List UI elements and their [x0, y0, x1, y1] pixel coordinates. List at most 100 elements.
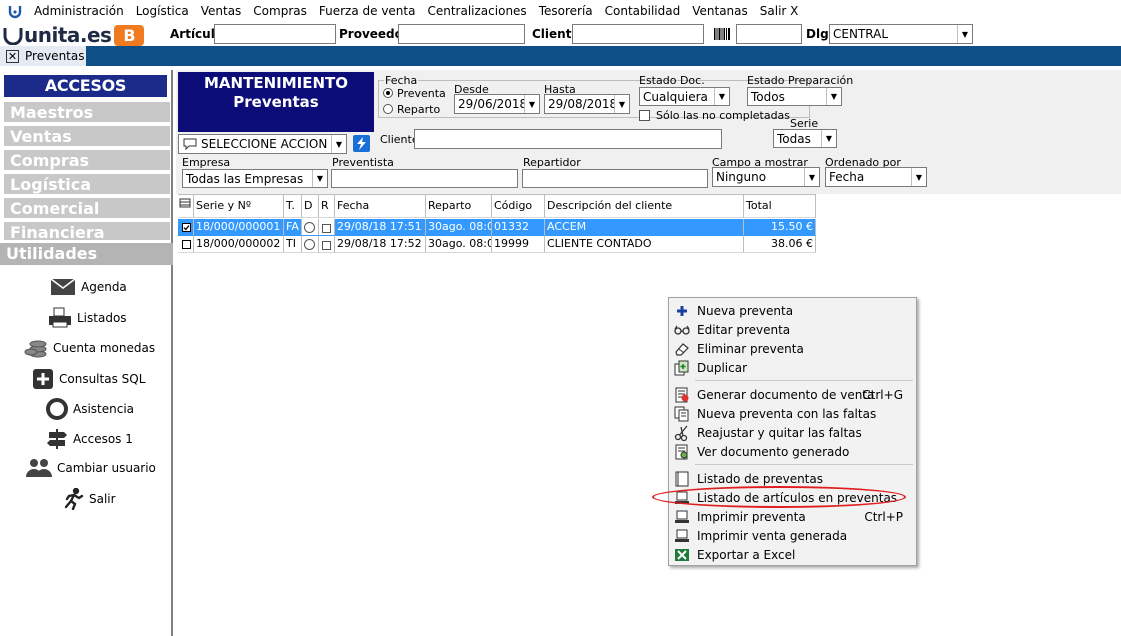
tab-label: Preventas — [25, 49, 85, 63]
chevron-down-icon[interactable]: ▼ — [957, 25, 972, 43]
menu-item-eliminar-preventa[interactable]: Eliminar preventa — [671, 339, 915, 358]
row-checkbox[interactable] — [178, 236, 194, 253]
column-header-descripcion[interactable]: Descripción del cliente — [545, 194, 744, 218]
menu-compras[interactable]: Compras — [247, 4, 313, 18]
menu-item-reajustar[interactable]: Reajustar y quitar las faltas — [671, 423, 915, 442]
chevron-down-icon[interactable]: ▼ — [804, 168, 819, 186]
menu-item-nueva-preventa[interactable]: Nueva preventa — [671, 301, 915, 320]
cell-fecha: 29/08/18 17:52 — [335, 236, 426, 253]
close-icon[interactable]: ✕ — [6, 49, 19, 63]
estado-prep-select[interactable]: Todos ▼ — [747, 87, 842, 106]
table-row[interactable]: 18/000/000001 FA 29/08/18 17:51 30ago. 0… — [178, 219, 816, 236]
chevron-down-icon[interactable]: ▼ — [331, 135, 346, 153]
sidebar-section-compras[interactable]: Compras — [4, 150, 170, 172]
column-select-icon[interactable] — [178, 194, 194, 218]
sidebar-section-logistica[interactable]: Logística — [4, 174, 170, 196]
proveedor-input[interactable] — [398, 24, 525, 44]
sidebar-item-asistencia[interactable]: Asistencia — [46, 398, 134, 420]
column-header-t[interactable]: T. — [284, 194, 302, 218]
menu-ventas[interactable]: Ventas — [195, 4, 248, 18]
menu-item-nueva-con-faltas[interactable]: Nueva preventa con las faltas — [671, 404, 915, 423]
sidebar-section-ventas[interactable]: Ventas — [4, 126, 170, 148]
estado-doc-select[interactable]: Cualquiera ▼ — [639, 87, 730, 106]
cell-d-radio[interactable] — [302, 236, 319, 253]
menu-salir[interactable]: Salir X — [754, 4, 805, 18]
cliente-input[interactable] — [414, 129, 722, 149]
menu-logistica[interactable]: Logística — [130, 4, 195, 18]
cell-r-checkbox[interactable] — [319, 219, 335, 236]
column-header-r[interactable]: R — [319, 194, 335, 218]
column-header-serie[interactable]: Serie y Nº — [194, 194, 284, 218]
menu-administracion[interactable]: Administración — [28, 4, 130, 18]
chevron-down-icon[interactable]: ▼ — [826, 88, 841, 105]
sidebar-section-comercial[interactable]: Comercial — [4, 198, 170, 220]
menu-item-exportar-excel[interactable]: Exportar a Excel — [671, 545, 915, 564]
sidebar-item-accesos-1[interactable]: Accesos 1 — [46, 428, 133, 450]
menu-ventanas[interactable]: Ventanas — [686, 4, 754, 18]
radio-d[interactable] — [304, 222, 315, 233]
preventista-input[interactable] — [331, 169, 518, 188]
radio-reparto[interactable]: Reparto — [383, 103, 440, 116]
sidebar-item-salir[interactable]: Salir — [62, 488, 116, 510]
row-checkbox[interactable] — [178, 219, 194, 236]
cell-d-radio[interactable] — [302, 219, 319, 236]
menu-tesoreria[interactable]: Tesorería — [533, 4, 599, 18]
menu-item-editar-preventa[interactable]: Editar preventa — [671, 320, 915, 339]
lightning-icon[interactable] — [353, 135, 370, 152]
cliente-input[interactable] — [572, 24, 704, 44]
menu-item-imprimir-venta[interactable]: Imprimir venta generada — [671, 526, 915, 545]
column-header-d[interactable]: D — [302, 194, 319, 218]
repartidor-input[interactable] — [522, 169, 708, 188]
column-header-reparto[interactable]: Reparto — [426, 194, 492, 218]
cell-codigo: 01332 — [492, 219, 545, 236]
menu-centralizaciones[interactable]: Centralizaciones — [421, 4, 532, 18]
radio-d[interactable] — [304, 239, 315, 250]
laptop-print-icon — [673, 528, 691, 544]
radio-preventa-dot[interactable] — [383, 88, 393, 98]
chevron-down-icon[interactable]: ▼ — [312, 170, 327, 187]
table-row[interactable]: 18/000/000002 TI 29/08/18 17:52 30ago. 0… — [178, 236, 816, 253]
articulo-input[interactable] — [214, 24, 336, 44]
column-header-fecha[interactable]: Fecha — [335, 194, 426, 218]
chevron-down-icon[interactable]: ▼ — [524, 95, 539, 113]
blogger-icon[interactable]: B — [114, 24, 145, 46]
column-header-codigo[interactable]: Código — [492, 194, 545, 218]
campo-select[interactable]: Ninguno ▼ — [712, 167, 820, 187]
chevron-down-icon[interactable]: ▼ — [911, 168, 926, 186]
dlg-select[interactable]: CENTRAL ▼ — [829, 24, 973, 44]
sidebar-section-financiera[interactable]: Financiera — [4, 222, 170, 242]
sidebar-item-cuenta-monedas[interactable]: Cuenta monedas — [24, 337, 155, 359]
sidebar-item-consultas-sql[interactable]: Consultas SQL — [32, 368, 145, 390]
sidebar-section-maestros[interactable]: Maestros — [4, 102, 170, 124]
barcode-input[interactable] — [736, 24, 802, 44]
radio-preventa[interactable]: Preventa — [383, 87, 446, 100]
tab-preventas[interactable]: ✕ Preventas — [0, 46, 86, 66]
checkbox-box[interactable] — [639, 110, 650, 121]
chevron-down-icon[interactable]: ▼ — [821, 130, 836, 147]
column-header-total[interactable]: Total — [744, 194, 816, 218]
sidebar-item-agenda[interactable]: Agenda — [50, 278, 127, 296]
checkbox-r[interactable] — [322, 241, 331, 250]
solo-no-completadas-checkbox[interactable]: Sólo las no completadas — [639, 109, 790, 122]
menu-item-generar-documento[interactable]: Generar documento de venta Ctrl+G — [671, 385, 915, 404]
menu-contabilidad[interactable]: Contabilidad — [599, 4, 687, 18]
accion-select[interactable]: SELECCIONE ACCION ▼ — [178, 134, 347, 154]
chevron-down-icon[interactable]: ▼ — [714, 88, 729, 105]
menu-item-ver-documento[interactable]: Ver documento generado — [671, 442, 915, 461]
sidebar-section-utilidades[interactable]: Utilidades — [0, 243, 173, 265]
hasta-date-picker[interactable]: 29/08/2018 ▼ — [544, 94, 630, 114]
ordenado-select[interactable]: Fecha ▼ — [825, 167, 927, 187]
desde-date-picker[interactable]: 29/06/2018 ▼ — [454, 94, 540, 114]
cell-descripcion: ACCEM — [545, 219, 744, 236]
checkbox-r[interactable] — [322, 224, 331, 233]
chevron-down-icon[interactable]: ▼ — [614, 95, 629, 113]
cell-r-checkbox[interactable] — [319, 236, 335, 253]
serie-select[interactable]: Todas ▼ — [773, 129, 837, 148]
sidebar-item-cambiar-usuario[interactable]: Cambiar usuario — [26, 458, 156, 478]
empresa-select[interactable]: Todas las Empresas ▼ — [182, 169, 328, 188]
radio-reparto-dot[interactable] — [383, 104, 393, 114]
sidebar-item-listados[interactable]: Listados — [48, 307, 127, 329]
menu-item-imprimir-preventa[interactable]: Imprimir preventa Ctrl+P — [671, 507, 915, 526]
menu-item-duplicar[interactable]: Duplicar — [671, 358, 915, 377]
menu-fuerza-de-venta[interactable]: Fuerza de venta — [313, 4, 422, 18]
